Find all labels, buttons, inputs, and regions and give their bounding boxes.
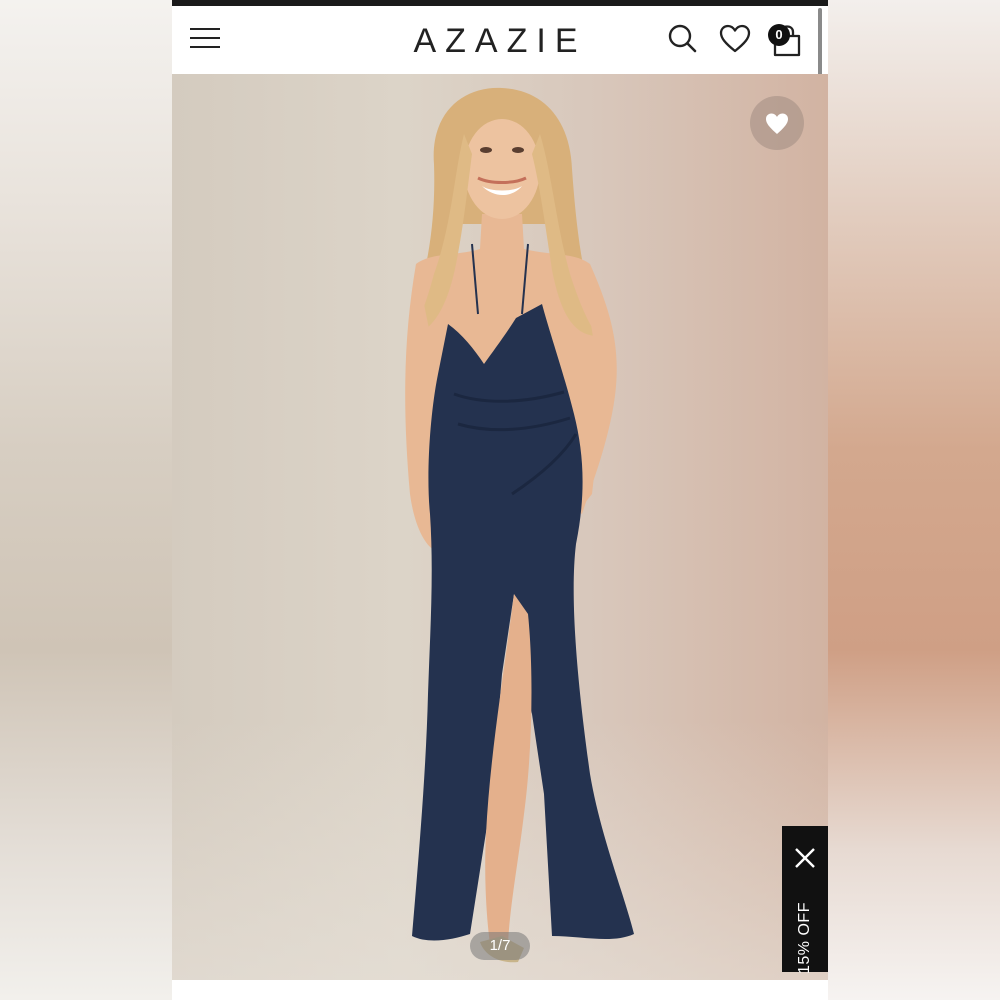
close-icon (795, 848, 815, 868)
product-photo-model-navy-gown (405, 87, 634, 963)
mobile-screen: AZAZIE 0 1/7 15% OFF (172, 0, 828, 1000)
promo-label: 15% OFF (796, 902, 813, 974)
heart-filled-icon (766, 113, 788, 134)
brand-logo[interactable]: AZAZIE (172, 22, 720, 61)
bottom-strip (172, 980, 828, 1000)
promo-tab[interactable]: 15% OFF (782, 826, 828, 974)
heart-outline-icon (719, 24, 751, 53)
site-header: AZAZIE 0 (172, 6, 828, 74)
promo-close-button[interactable] (793, 846, 817, 870)
cart-count-badge: 0 (768, 24, 790, 46)
search-button[interactable] (666, 22, 700, 56)
wishlist-button[interactable] (718, 22, 752, 56)
product-image-gallery[interactable]: 1/7 (172, 74, 828, 980)
favorite-button[interactable] (750, 96, 804, 150)
background-blur-left (0, 0, 172, 1000)
background-blur-right (828, 0, 1000, 1000)
search-icon (668, 24, 697, 53)
gallery-counter: 1/7 (470, 932, 530, 960)
